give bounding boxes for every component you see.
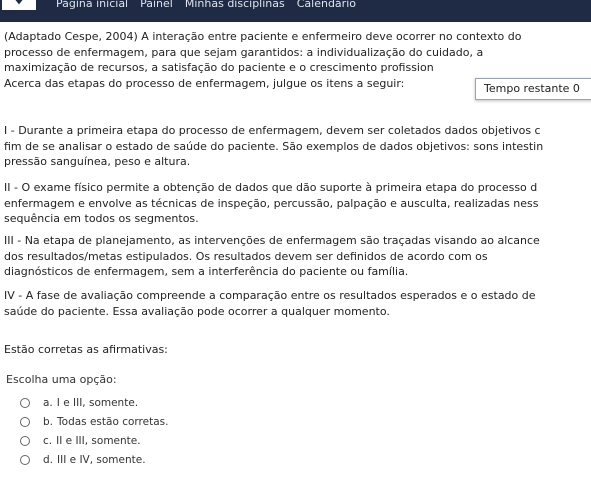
statement-line: enfermagem e envolve as técnicas de insp…	[4, 196, 539, 210]
option-a[interactable]: a. I e III, somente.	[20, 393, 168, 412]
nav-home-link[interactable]: Página inicial	[56, 0, 128, 10]
question-prompt: Estão corretas as afirmativas:	[4, 342, 591, 358]
option-text: Todas estão corretas.	[57, 415, 169, 428]
intro-line: processo de enfermagem, para que sejam g…	[4, 45, 484, 59]
radio-button[interactable]	[20, 416, 30, 427]
statement-line: pressão sanguínea, peso e altura.	[4, 155, 191, 168]
choose-option-label: Escolha uma opção:	[6, 373, 117, 386]
statement-item: I - Durante a primeira etapa do processo…	[4, 123, 591, 170]
option-b[interactable]: b. Todas estão corretas.	[20, 412, 168, 431]
statement-line: IV - A fase de avaliação compreende a co…	[4, 289, 536, 302]
option-text: I e III, somente.	[56, 396, 139, 409]
option-letter: d.	[43, 453, 54, 466]
statement-item: IV - A fase de avaliação compreende a co…	[4, 288, 591, 319]
radio-button[interactable]	[20, 435, 30, 446]
answer-options: a. I e III, somente. b. Todas estão corr…	[20, 393, 168, 469]
statement-item: III - Na etapa de planejamento, as inter…	[4, 233, 591, 280]
prompt-text: Estão corretas as afirmativas:	[4, 343, 168, 356]
nav-dashboard-link[interactable]: Painel	[140, 0, 173, 10]
intro-line: maximização de recursos, a satisfação do…	[4, 61, 434, 74]
option-d[interactable]: d. III e IV, somente.	[20, 450, 168, 469]
option-letter: c.	[43, 434, 53, 447]
time-remaining-box: Tempo restante 0	[475, 78, 591, 100]
site-logo[interactable]	[2, 0, 36, 10]
top-navbar: Página inicial Painel Minhas disciplinas…	[0, 0, 591, 22]
statement-line: dos resultados/metas estipulados. Os res…	[4, 249, 488, 263]
nav-my-courses-link[interactable]: Minhas disciplinas	[185, 0, 285, 10]
statement-line: III - Na etapa de planejamento, as inter…	[4, 234, 540, 247]
option-letter: a.	[43, 396, 53, 409]
radio-button[interactable]	[20, 397, 30, 408]
option-letter: b.	[43, 415, 54, 428]
statement-line: saúde do paciente. Essa avaliação pode o…	[4, 304, 390, 318]
time-remaining-label: Tempo restante 0	[484, 82, 580, 95]
statement-line: diagnósticos de enfermagem, sem a interf…	[4, 265, 409, 278]
statement-item: II - O exame físico permite a obtenção d…	[4, 180, 591, 227]
intro-line: (Adaptado Cespe, 2004) A interação entre…	[4, 30, 522, 43]
option-text: II e III, somente.	[56, 434, 141, 447]
statement-line: sequência em todos os segmentos.	[4, 212, 199, 225]
main-nav: Página inicial Painel Minhas disciplinas…	[56, 0, 356, 10]
statement-line: fim de se analisar o estado de saúde do …	[4, 139, 544, 153]
statement-line: II - O exame físico permite a obtenção d…	[4, 181, 538, 194]
radio-button[interactable]	[20, 454, 30, 465]
statement-line: I - Durante a primeira etapa do processo…	[4, 124, 541, 137]
option-text: III e IV, somente.	[57, 453, 146, 466]
option-c[interactable]: c. II e III, somente.	[20, 431, 168, 450]
nav-calendar-link[interactable]: Calendário	[297, 0, 356, 10]
